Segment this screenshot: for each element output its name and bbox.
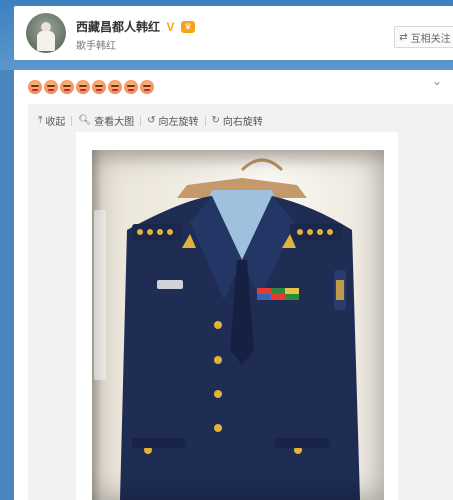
uniform-photo (92, 150, 384, 500)
toolbar-divider (140, 115, 142, 126)
follow-button[interactable]: ⇄ 互相关注 (394, 26, 453, 48)
chevron-down-icon[interactable]: ⌄ (432, 74, 442, 88)
wings-badge (157, 280, 183, 289)
media-panel: ⤒ 收起 🔍︎ 查看大图 ↺ 向左旋转 ↻ 向右旋转 (28, 104, 453, 500)
right-pocket-flap (274, 438, 330, 448)
emoji-icon (124, 80, 138, 94)
emoji-icon (108, 80, 122, 94)
rotate-left-label: 向左旋转 (158, 117, 199, 128)
collapse-label: 收起 (45, 117, 66, 128)
crown-icon[interactable]: ♛ (181, 20, 196, 33)
avatar-body (37, 31, 55, 51)
follow-button-label: 互相关注 (410, 33, 451, 45)
ribbon-bar (257, 288, 299, 300)
collapse-up-icon: ⤒ (38, 115, 43, 126)
rotate-right-label: 向右旋转 (222, 117, 263, 128)
toolbar-divider (71, 115, 73, 126)
avatar[interactable] (26, 13, 66, 53)
rotate-right-button[interactable]: ↻ 向右旋转 (212, 113, 263, 128)
profile-name[interactable]: 西藏昌都人韩红 (76, 18, 160, 35)
profile-name-row: 西藏昌都人韩红 V ♛ (76, 18, 196, 35)
photo-frame[interactable] (76, 132, 398, 500)
profile-card: 西藏昌都人韩红 V ♛ 歌手韩红 ⇄ 互相关注 (14, 6, 453, 60)
emoji-icon (60, 80, 74, 94)
swap-icon: ⇄ (399, 31, 408, 43)
post-card: ⌄ ⤒ 收起 🔍︎ 查看大图 ↺ 向左旋转 ↻ 向右旋转 (14, 70, 453, 500)
emoji-row (28, 80, 154, 94)
emoji-icon (28, 80, 42, 94)
view-large-label: 查看大图 (94, 117, 135, 128)
rotate-left-button[interactable]: ↺ 向左旋转 (147, 113, 198, 128)
magnifier-icon: 🔍︎ (78, 115, 92, 126)
emoji-icon (92, 80, 106, 94)
uniform-illustration (120, 158, 360, 500)
collapse-button[interactable]: ⤒ 收起 (38, 113, 65, 128)
left-pocket-flap (132, 438, 186, 448)
emoji-icon (140, 80, 154, 94)
emoji-icon (44, 80, 58, 94)
media-toolbar: ⤒ 收起 🔍︎ 查看大图 ↺ 向左旋转 ↻ 向右旋转 (38, 113, 263, 128)
rotate-right-icon: ↻ (211, 115, 220, 126)
v-icon[interactable]: V (164, 20, 177, 34)
rotate-left-icon: ↺ (147, 115, 156, 126)
emoji-icon (76, 80, 90, 94)
profile-subtitle: 歌手韩红 (76, 41, 116, 52)
toolbar-divider (204, 115, 206, 126)
view-large-button[interactable]: 🔍︎ 查看大图 (78, 113, 134, 128)
